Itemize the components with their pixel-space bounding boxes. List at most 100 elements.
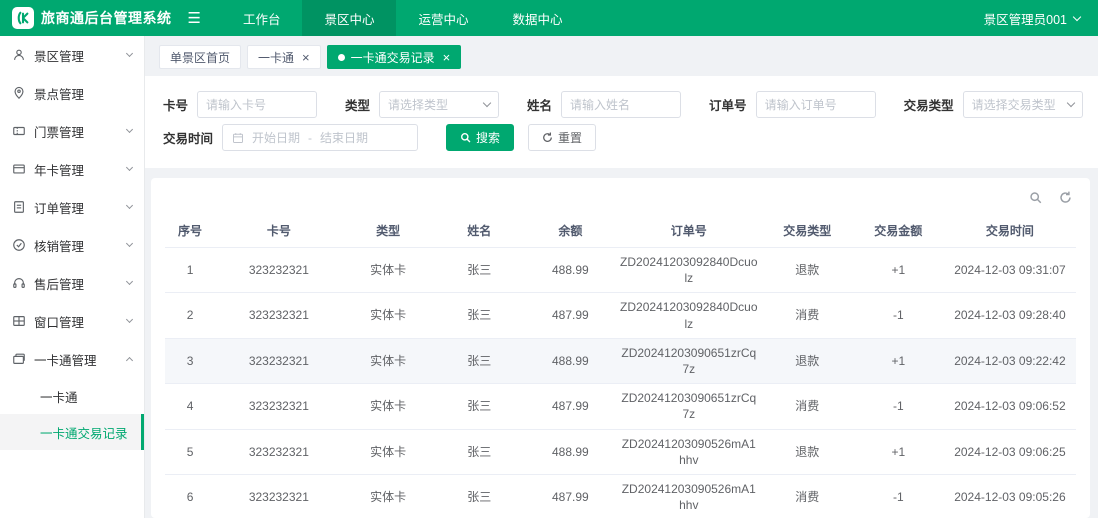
cell-index: 1 [165, 248, 215, 293]
cell-amount: +1 [853, 338, 944, 383]
tab-scenic-home[interactable]: 单景区首页 [159, 45, 241, 69]
cell-trade_type: 消费 [762, 474, 853, 518]
sidebar-item-spot-mgmt[interactable]: 景点管理 [0, 74, 144, 112]
sidebar-item-pass-card-transactions[interactable]: 一卡通交易记录 [0, 414, 144, 450]
sidebar-item-scenic-mgmt[interactable]: 景区管理 [0, 36, 144, 74]
cell-time: 2024-12-03 09:28:40 [944, 293, 1076, 338]
sidebar-item-label: 一卡通 [40, 387, 78, 406]
table-body: 1323232321实体卡张三488.99ZD20241203092840Dcu… [165, 248, 1076, 518]
user-menu[interactable]: 景区管理员001 [984, 9, 1080, 28]
table-row[interactable]: 4323232321实体卡张三487.99ZD20241203090651zrC… [165, 384, 1076, 429]
nav-item-scenic-center[interactable]: 景区中心 [302, 0, 396, 36]
cell-order_no: ZD20241203092840Dcuolz [616, 293, 762, 338]
nav-item-operation-center[interactable]: 运营中心 [396, 0, 490, 36]
sidebar-item-verification-mgmt[interactable]: 核销管理 [0, 226, 144, 264]
tab-pass-card-transactions[interactable]: 一卡通交易记录 × [327, 45, 462, 69]
table-refresh-button[interactable] [1056, 188, 1074, 206]
chevron-down-icon [126, 126, 133, 133]
cell-card_type: 实体卡 [343, 293, 434, 338]
column-header: 余额 [525, 214, 616, 248]
ticket-icon [12, 124, 26, 138]
order-no-input[interactable] [756, 91, 876, 118]
card-stack-icon [12, 352, 26, 366]
sidebar-item-label: 一卡通管理 [34, 350, 97, 369]
column-header: 序号 [165, 214, 215, 248]
sidebar-item-aftersale-mgmt[interactable]: 售后管理 [0, 264, 144, 302]
tab-label: 单景区首页 [170, 49, 230, 66]
table-row[interactable]: 6323232321实体卡张三487.99ZD20241203090526mA1… [165, 474, 1076, 518]
cell-name: 张三 [434, 429, 525, 474]
date-start-placeholder: 开始日期 [252, 129, 300, 146]
sidebar-item-label: 景点管理 [34, 84, 84, 103]
table-row[interactable]: 3323232321实体卡张三488.99ZD20241203090651zrC… [165, 338, 1076, 383]
trade-time-range-picker[interactable]: 开始日期 - 结束日期 [222, 124, 418, 151]
cell-order_no: ZD20241203090651zrCq7z [616, 384, 762, 429]
sidebar-item-annual-card-mgmt[interactable]: 年卡管理 [0, 150, 144, 188]
sidebar-item-ticket-mgmt[interactable]: 门票管理 [0, 112, 144, 150]
cell-index: 6 [165, 474, 215, 518]
order-no-label: 订单号 [709, 95, 747, 114]
nav-item-data-center[interactable]: 数据中心 [491, 0, 585, 36]
cell-index: 3 [165, 338, 215, 383]
sidebar-item-label: 售后管理 [34, 274, 84, 293]
cell-balance: 488.99 [525, 338, 616, 383]
scenic-icon [12, 48, 26, 62]
cell-order_no: ZD20241203092840Dcuolz [616, 248, 762, 293]
cell-trade_type: 退款 [762, 248, 853, 293]
table-row[interactable]: 2323232321实体卡张三487.99ZD20241203092840Dcu… [165, 293, 1076, 338]
date-end-placeholder: 结束日期 [320, 129, 368, 146]
cell-trade_type: 消费 [762, 293, 853, 338]
cell-card_no: 323232321 [215, 338, 343, 383]
search-button[interactable]: 搜索 [446, 124, 514, 151]
chevron-down-icon [126, 278, 133, 285]
trade-type-select[interactable] [963, 91, 1083, 118]
chevron-down-icon [126, 50, 133, 57]
cell-trade_type: 退款 [762, 338, 853, 383]
cell-balance: 487.99 [525, 293, 616, 338]
card-no-label: 卡号 [163, 95, 188, 114]
calendar-icon [232, 132, 244, 144]
cell-order_no: ZD20241203090651zrCq7z [616, 338, 762, 383]
nav-item-workbench[interactable]: 工作台 [221, 0, 303, 36]
table-search-button[interactable] [1026, 188, 1044, 206]
close-icon[interactable]: × [443, 51, 451, 64]
trade-time-label: 交易时间 [163, 128, 213, 147]
location-pin-icon [12, 86, 26, 100]
table-row[interactable]: 1323232321实体卡张三488.99ZD20241203092840Dcu… [165, 248, 1076, 293]
close-icon[interactable]: × [302, 51, 310, 64]
transactions-table: 序号卡号类型姓名余额订单号交易类型交易金额交易时间 1323232321实体卡张… [165, 214, 1076, 518]
sidebar-item-pass-card-mgmt[interactable]: 一卡通管理 [0, 340, 144, 378]
cell-card_type: 实体卡 [343, 248, 434, 293]
cell-index: 5 [165, 429, 215, 474]
filter-panel: 卡号 类型 姓名 订单号 [145, 76, 1098, 168]
column-header: 交易类型 [762, 214, 853, 248]
type-select[interactable] [379, 91, 499, 118]
app-logo-icon [12, 7, 34, 29]
sidebar-item-window-mgmt[interactable]: 窗口管理 [0, 302, 144, 340]
cell-trade_type: 消费 [762, 384, 853, 429]
name-input[interactable] [561, 91, 681, 118]
table-row[interactable]: 5323232321实体卡张三488.99ZD20241203090526mA1… [165, 429, 1076, 474]
chevron-down-icon [126, 202, 133, 209]
results-panel: 序号卡号类型姓名余额订单号交易类型交易金额交易时间 1323232321实体卡张… [151, 178, 1090, 518]
sidebar-item-label: 核销管理 [34, 236, 84, 255]
active-tab-dot-icon [338, 54, 345, 61]
cell-card_no: 323232321 [215, 293, 343, 338]
reset-button-label: 重置 [558, 129, 582, 146]
cell-index: 4 [165, 384, 215, 429]
sidebar-item-order-mgmt[interactable]: 订单管理 [0, 188, 144, 226]
chevron-down-icon [126, 316, 133, 323]
chevron-up-icon [126, 357, 133, 364]
sidebar-item-label: 门票管理 [34, 122, 84, 141]
card-no-input[interactable] [197, 91, 317, 118]
sidebar-collapse-icon[interactable]: ☰ [188, 9, 201, 27]
sidebar-item-pass-card[interactable]: 一卡通 [0, 378, 144, 414]
cell-name: 张三 [434, 293, 525, 338]
window-icon [12, 314, 26, 328]
search-icon [1029, 191, 1042, 204]
reset-button[interactable]: 重置 [528, 124, 596, 151]
tab-pass-card[interactable]: 一卡通 × [247, 45, 321, 69]
cell-time: 2024-12-03 09:06:52 [944, 384, 1076, 429]
cell-card_type: 实体卡 [343, 429, 434, 474]
sidebar-item-label: 年卡管理 [34, 160, 84, 179]
